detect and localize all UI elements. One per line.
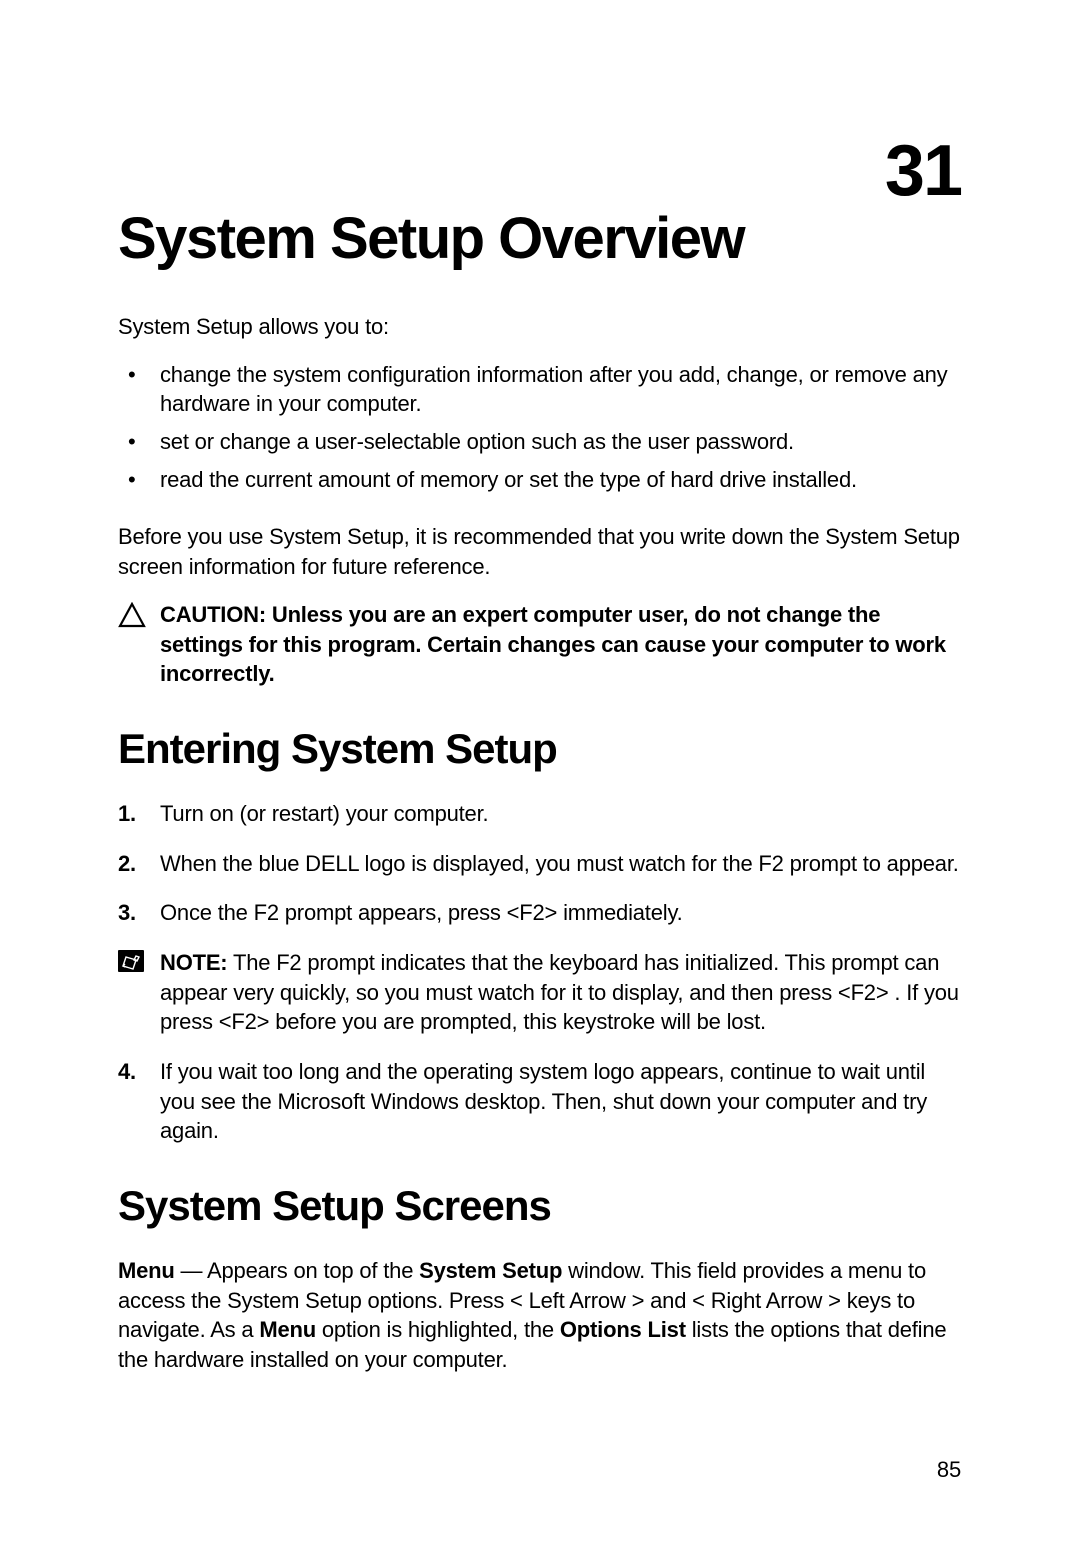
step-number: 1. bbox=[118, 799, 160, 829]
step-text: When the blue DELL logo is displayed, yo… bbox=[160, 849, 965, 879]
steps-list: 1. Turn on (or restart) your computer. 2… bbox=[118, 799, 965, 928]
page-title: System Setup Overview bbox=[118, 205, 965, 272]
list-item: • read the current amount of memory or s… bbox=[118, 465, 965, 495]
step-number: 2. bbox=[118, 849, 160, 879]
caution-label: CAUTION: bbox=[160, 602, 266, 627]
step-item: 2. When the blue DELL logo is displayed,… bbox=[118, 849, 965, 879]
step-item: 3. Once the F2 prompt appears, press <F2… bbox=[118, 898, 965, 928]
step-number: 3. bbox=[118, 898, 160, 928]
note-pencil-icon bbox=[118, 948, 160, 972]
term-system-setup: System Setup bbox=[419, 1258, 562, 1283]
list-item: • change the system configuration inform… bbox=[118, 360, 965, 419]
note-text: NOTE: The F2 prompt indicates that the k… bbox=[160, 948, 965, 1037]
chapter-number: 31 bbox=[885, 135, 961, 207]
section-heading-screens: System Setup Screens bbox=[118, 1182, 965, 1230]
screens-paragraph: Menu — Appears on top of the System Setu… bbox=[118, 1256, 965, 1375]
caution-body: Unless you are an expert computer user, … bbox=[160, 602, 946, 686]
step-item: 1. Turn on (or restart) your computer. bbox=[118, 799, 965, 829]
intro-paragraph: System Setup allows you to: bbox=[118, 312, 965, 342]
term-options-list: Options List bbox=[560, 1317, 686, 1342]
document-page: 31 System Setup Overview System Setup al… bbox=[0, 0, 1080, 1545]
steps-list-cont: 4. If you wait too long and the operatin… bbox=[118, 1057, 965, 1146]
page-number: 85 bbox=[937, 1457, 961, 1483]
step-item: 4. If you wait too long and the operatin… bbox=[118, 1057, 965, 1146]
term-menu-2: Menu bbox=[259, 1317, 316, 1342]
section-heading-entering: Entering System Setup bbox=[118, 725, 965, 773]
step-number: 4. bbox=[118, 1057, 160, 1087]
list-item-text: read the current amount of memory or set… bbox=[160, 465, 965, 495]
intro-bullet-list: • change the system configuration inform… bbox=[118, 360, 965, 495]
note-admonition: NOTE: The F2 prompt indicates that the k… bbox=[118, 948, 965, 1037]
caution-text: CAUTION: Unless you are an expert comput… bbox=[160, 600, 965, 689]
text: — Appears on top of the bbox=[175, 1258, 420, 1283]
list-item: • set or change a user-selectable option… bbox=[118, 427, 965, 457]
term-menu: Menu bbox=[118, 1258, 175, 1283]
bullet-icon: • bbox=[118, 360, 160, 390]
note-label: NOTE: bbox=[160, 950, 227, 975]
caution-admonition: CAUTION: Unless you are an expert comput… bbox=[118, 600, 965, 689]
step-text: Once the F2 prompt appears, press <F2> i… bbox=[160, 898, 965, 928]
caution-triangle-icon bbox=[118, 600, 160, 628]
step-text: Turn on (or restart) your computer. bbox=[160, 799, 965, 829]
text: option is highlighted, the bbox=[316, 1317, 560, 1342]
bullet-icon: • bbox=[118, 465, 160, 495]
list-item-text: set or change a user-selectable option s… bbox=[160, 427, 965, 457]
list-item-text: change the system configuration informat… bbox=[160, 360, 965, 419]
bullet-icon: • bbox=[118, 427, 160, 457]
step-text: If you wait too long and the operating s… bbox=[160, 1057, 965, 1146]
note-body: The F2 prompt indicates that the keyboar… bbox=[160, 950, 959, 1034]
pre-caution-paragraph: Before you use System Setup, it is recom… bbox=[118, 522, 965, 581]
